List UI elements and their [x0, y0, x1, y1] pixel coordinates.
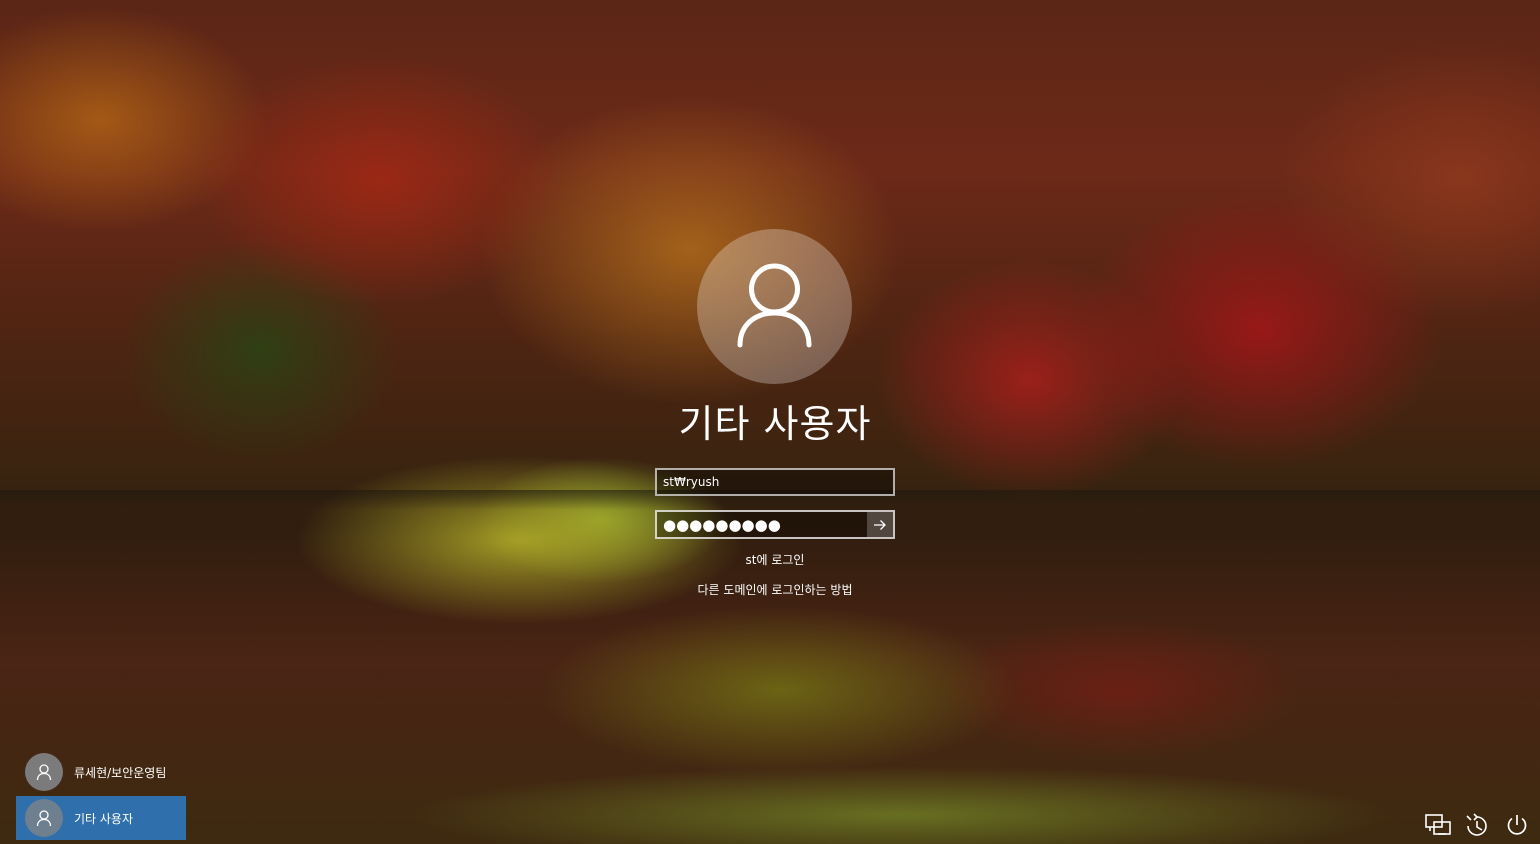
user-tile-1[interactable]: 기타 사용자: [16, 796, 186, 840]
network-icon: [1425, 814, 1451, 835]
lock-screen-background: 기타 사용자 ●●●●●●●●● st에 로그인 다른 도메인에 로그인하는 방…: [0, 0, 1540, 844]
power-icon: [1507, 815, 1527, 835]
ease-of-access-icon: [1466, 813, 1487, 836]
person-icon: [36, 764, 52, 781]
user-tile-label: 기타 사용자: [74, 811, 134, 826]
other-domain-link[interactable]: 다른 도메인에 로그인하는 방법: [640, 581, 910, 598]
arrow-right-icon: [874, 519, 886, 530]
network-button[interactable]: [1423, 810, 1453, 840]
ease-of-access-button[interactable]: [1462, 810, 1492, 840]
power-button[interactable]: [1502, 810, 1532, 840]
person-icon: [737, 263, 812, 348]
signin-to-text: st에 로그인: [745, 553, 805, 567]
person-icon: [36, 810, 52, 827]
user-avatar-small: [25, 799, 63, 837]
password-masked-text: ●●●●●●●●●: [663, 516, 781, 534]
user-avatar-large: [697, 229, 852, 384]
submit-button[interactable]: [867, 512, 893, 537]
user-tile-label: 류세현/보안운영팀: [74, 765, 167, 780]
username-input[interactable]: [655, 468, 895, 496]
user-tile-0[interactable]: 류세현/보안운영팀: [16, 750, 186, 794]
user-avatar-small: [25, 753, 63, 791]
user-display-name: 기타 사용자: [678, 402, 872, 446]
password-field[interactable]: ●●●●●●●●●: [655, 510, 895, 539]
